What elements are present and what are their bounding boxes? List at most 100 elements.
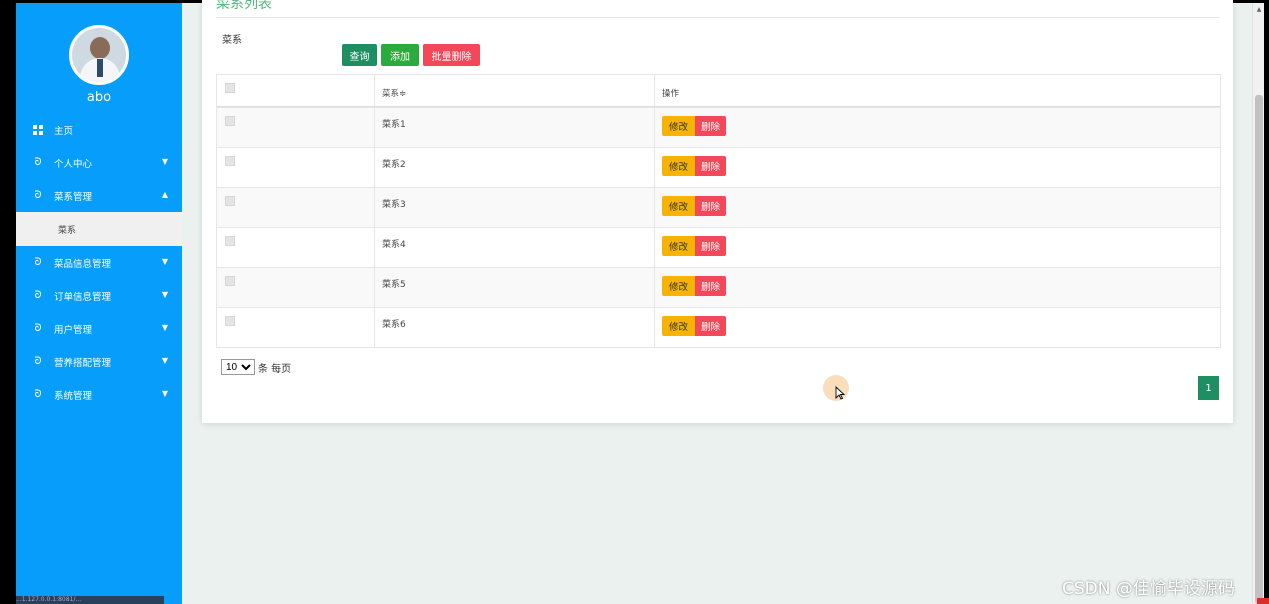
main-content: 菜系列表 菜系 查询 添加 批量删除 菜系≑ 操作 菜系1 修改 删除 菜系2 … <box>182 0 1252 604</box>
chevron-down-icon: ▼ <box>161 290 168 299</box>
column-header-name: 菜系≑ <box>382 89 407 99</box>
edit-button[interactable]: 修改 <box>662 156 695 176</box>
search-input[interactable] <box>222 44 340 68</box>
row-checkbox[interactable] <box>225 276 235 286</box>
table-row: 菜系6 修改 删除 <box>217 307 1220 347</box>
page-size-select[interactable]: 10 <box>221 359 255 375</box>
header-checkbox-cell <box>217 75 375 106</box>
sidebar-item-nutrition[interactable]: ᘐ 营养搭配管理 ▼ <box>16 345 182 378</box>
edit-button[interactable]: 修改 <box>662 236 695 256</box>
table-row: 菜系2 修改 删除 <box>217 147 1220 187</box>
sidebar-item-home[interactable]: 主页 <box>16 113 182 146</box>
add-button[interactable]: 添加 <box>381 44 419 66</box>
title-divider <box>216 17 1220 18</box>
delete-button[interactable]: 删除 <box>695 196 726 216</box>
delete-button[interactable]: 删除 <box>695 116 726 136</box>
sidebar-item-label: 用户管理 <box>54 324 93 336</box>
row-checkbox[interactable] <box>225 196 235 206</box>
name-cell: 菜系6 <box>375 308 655 347</box>
sidebar-item-dish-info[interactable]: ᘐ 菜品信息管理 ▼ <box>16 246 182 279</box>
browser-status-bar: ...1.127.0.0.1:8081/... <box>16 596 164 604</box>
table-row: 菜系5 修改 删除 <box>217 267 1220 307</box>
delete-button[interactable]: 删除 <box>695 156 726 176</box>
sidebar: abo 主页 ᘐ 个人中心 ▼ ᘐ 菜系管理 ▲ 菜系 ᘐ 菜品信息管理 ▼ ᘐ <box>16 3 182 604</box>
swirl-icon: ᘐ <box>34 356 42 367</box>
chevron-down-icon: ▼ <box>161 356 168 365</box>
page-size-suffix: 条 每页 <box>258 363 292 375</box>
swirl-icon: ᘐ <box>34 389 42 400</box>
swirl-icon: ᘐ <box>34 157 42 168</box>
row-name: 菜系6 <box>382 320 406 330</box>
sidebar-item-label: 营养搭配管理 <box>54 357 112 369</box>
edit-button[interactable]: 修改 <box>662 196 695 216</box>
checkbox-cell <box>217 108 375 147</box>
batch-delete-button[interactable]: 批量删除 <box>423 44 480 66</box>
name-cell: 菜系1 <box>375 108 655 147</box>
chevron-down-icon: ▼ <box>161 389 168 398</box>
sidebar-subitem-label: 菜系 <box>58 225 77 236</box>
row-name: 菜系3 <box>382 200 406 210</box>
page-number-button[interactable]: 1 <box>1198 376 1219 400</box>
table-header-row: 菜系≑ 操作 <box>217 75 1220 107</box>
edit-button[interactable]: 修改 <box>662 316 695 336</box>
name-cell: 菜系2 <box>375 148 655 187</box>
sidebar-subitem-cuisine[interactable]: 菜系 <box>16 212 182 246</box>
left-frame-strip <box>0 0 16 604</box>
checkbox-cell <box>217 308 375 347</box>
chevron-down-icon: ▼ <box>161 257 168 266</box>
sidebar-item-personal-center[interactable]: ᘐ 个人中心 ▼ <box>16 146 182 179</box>
right-frame-strip <box>1264 3 1269 604</box>
table-row: 菜系4 修改 删除 <box>217 227 1220 267</box>
select-all-checkbox[interactable] <box>225 83 235 93</box>
ops-cell: 修改 删除 <box>655 188 1220 227</box>
edit-button[interactable]: 修改 <box>662 116 695 136</box>
avatar-tie <box>97 59 103 77</box>
edit-button[interactable]: 修改 <box>662 276 695 296</box>
checkbox-cell <box>217 188 375 227</box>
page-size-control: 10 条 每页 <box>221 359 291 375</box>
ops-cell: 修改 删除 <box>655 228 1220 267</box>
table-row: 菜系1 修改 删除 <box>217 107 1220 147</box>
row-checkbox[interactable] <box>225 236 235 246</box>
sidebar-item-order-info[interactable]: ᘐ 订单信息管理 ▼ <box>16 279 182 312</box>
scroll-thumb[interactable] <box>1255 95 1263 604</box>
swirl-icon: ᘐ <box>34 190 42 201</box>
sidebar-item-user-management[interactable]: ᘐ 用户管理 ▼ <box>16 312 182 345</box>
red-corner-indicator <box>1257 598 1269 604</box>
delete-button[interactable]: 删除 <box>695 236 726 256</box>
checkbox-cell <box>217 268 375 307</box>
row-name: 菜系1 <box>382 120 406 130</box>
sidebar-menu: 主页 ᘐ 个人中心 ▼ ᘐ 菜系管理 ▲ 菜系 ᘐ 菜品信息管理 ▼ ᘐ 订单信… <box>16 113 182 411</box>
sidebar-item-label: 订单信息管理 <box>54 291 112 303</box>
row-name: 菜系4 <box>382 240 406 250</box>
query-button[interactable]: 查询 <box>342 44 377 66</box>
column-header-ops: 操作 <box>662 89 680 99</box>
grid-icon <box>32 124 44 136</box>
row-checkbox[interactable] <box>225 156 235 166</box>
checkbox-cell <box>217 148 375 187</box>
delete-button[interactable]: 删除 <box>695 316 726 336</box>
ops-cell: 修改 删除 <box>655 268 1220 307</box>
row-checkbox[interactable] <box>225 116 235 126</box>
username: abo <box>86 90 112 105</box>
chevron-up-icon: ▲ <box>161 190 168 199</box>
name-cell: 菜系5 <box>375 268 655 307</box>
sidebar-item-label: 主页 <box>54 125 74 137</box>
sidebar-item-label: 菜系管理 <box>54 191 93 203</box>
delete-button[interactable]: 删除 <box>695 276 726 296</box>
row-name: 菜系5 <box>382 280 406 290</box>
ops-cell: 修改 删除 <box>655 308 1220 347</box>
vertical-scrollbar[interactable]: ▲ <box>1252 3 1264 604</box>
ops-cell: 修改 删除 <box>655 148 1220 187</box>
avatar[interactable] <box>69 25 129 85</box>
row-checkbox[interactable] <box>225 316 235 326</box>
list-card: 菜系列表 菜系 查询 添加 批量删除 菜系≑ 操作 菜系1 修改 删除 菜系2 … <box>202 0 1233 423</box>
row-name: 菜系2 <box>382 160 406 170</box>
header-name-cell[interactable]: 菜系≑ <box>375 75 655 106</box>
ops-cell: 修改 删除 <box>655 108 1220 147</box>
sidebar-item-system[interactable]: ᘐ 系统管理 ▼ <box>16 378 182 411</box>
sidebar-item-cuisine-management[interactable]: ᘐ 菜系管理 ▲ <box>16 179 182 212</box>
watermark: CSDN @佳愉毕设源码 <box>1062 579 1235 599</box>
mouse-cursor-icon <box>835 386 845 400</box>
chevron-down-icon: ▼ <box>161 323 168 332</box>
